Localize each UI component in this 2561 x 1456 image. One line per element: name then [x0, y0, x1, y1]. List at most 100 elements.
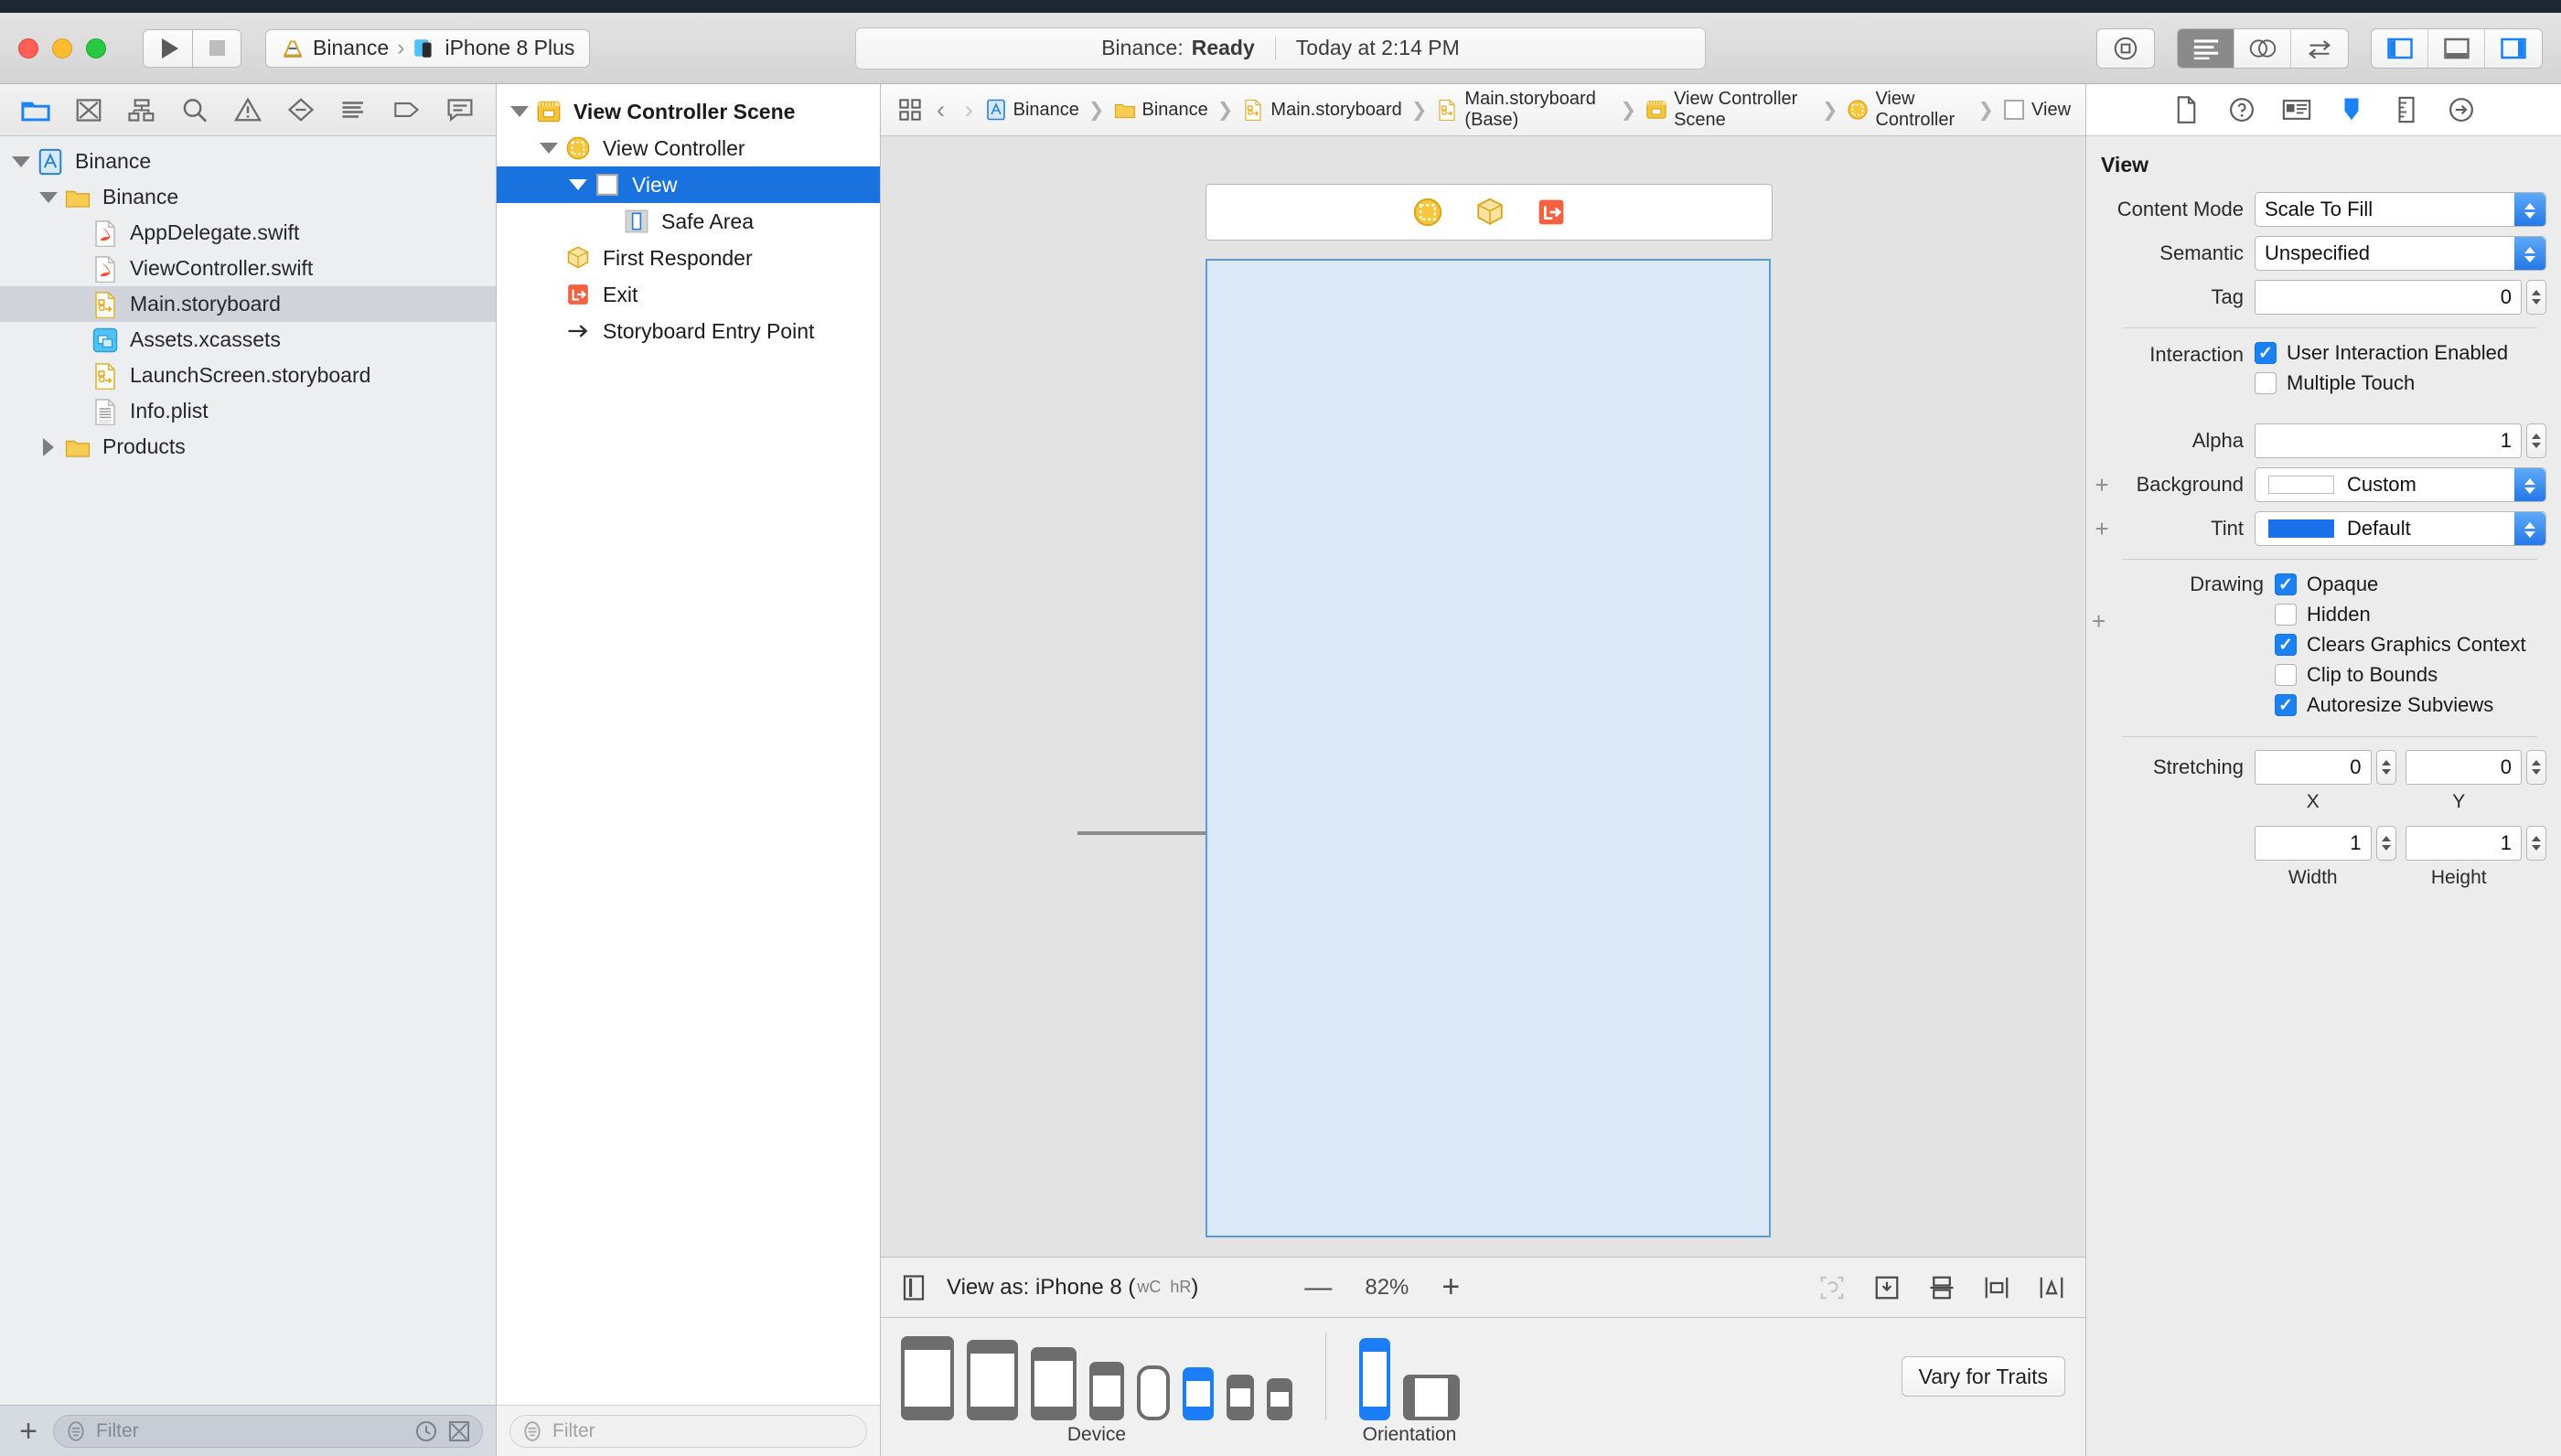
breadcrumb-item-view-controller-scene[interactable]: View Controller Scene: [1644, 89, 1815, 131]
view-controller-icon[interactable]: [1412, 197, 1443, 228]
breadcrumb-item-binance[interactable]: Binance: [983, 99, 1081, 121]
navigator-item-viewcontroller-swift[interactable]: ViewController.swift: [0, 251, 496, 286]
zoom-button[interactable]: [86, 37, 106, 59]
storyboard-canvas[interactable]: [881, 136, 2085, 1257]
tag-stepper[interactable]: [2526, 280, 2546, 315]
library-button[interactable]: [2097, 29, 2154, 68]
tag-icon[interactable]: [380, 89, 434, 131]
navigator-item-info-plist[interactable]: PLIST Info.plist: [0, 393, 496, 429]
device-option-7[interactable]: [1267, 1378, 1292, 1420]
navigator-filter-input[interactable]: Filter: [53, 1414, 483, 1448]
device-option-5[interactable]: [1183, 1367, 1214, 1420]
file-inspector-icon[interactable]: [2159, 88, 2214, 132]
document-outline-tree[interactable]: View Controller Scene View Controller View…: [497, 84, 880, 1405]
minimize-button[interactable]: [52, 37, 72, 59]
xmark-box-icon[interactable]: [62, 89, 115, 131]
breadcrumb-item-view[interactable]: View: [2001, 99, 2073, 121]
tint-add-variation-button[interactable]: +: [2092, 517, 2112, 541]
breadcrumb-item-binance[interactable]: Binance: [1112, 99, 1210, 121]
vary-for-traits-button[interactable]: Vary for Traits: [1901, 1356, 2065, 1397]
standard-editor-button[interactable]: [2178, 28, 2234, 68]
warning-icon[interactable]: [221, 89, 274, 131]
update-frames-icon[interactable]: [1818, 1274, 1846, 1301]
outline-filter-input[interactable]: Filter: [509, 1414, 867, 1448]
attributes-inspector-icon[interactable]: [2324, 88, 2379, 132]
stretching-y-stepper[interactable]: [2526, 750, 2546, 785]
clears-graphics-row[interactable]: Clears Graphics Context: [2275, 633, 2546, 657]
go-back-button[interactable]: ‹: [927, 96, 955, 124]
device-option-6[interactable]: [1227, 1375, 1254, 1420]
clip-to-bounds-row[interactable]: Clip to Bounds: [2275, 663, 2546, 687]
navigator-item-products[interactable]: Products: [0, 429, 496, 465]
orientation-row[interactable]: [1359, 1333, 1460, 1420]
outline-item-storyboard-entry-point[interactable]: Storyboard Entry Point: [497, 313, 880, 349]
chevron-updown-icon[interactable]: [2514, 237, 2545, 270]
outline-item-view-controller[interactable]: View Controller: [497, 130, 880, 166]
alpha-input[interactable]: 1: [2255, 423, 2522, 458]
assistant-editor-button[interactable]: [2234, 28, 2291, 68]
recent-clock-icon[interactable]: [414, 1419, 438, 1443]
zoom-in-button[interactable]: +: [1441, 1269, 1460, 1305]
content-mode-select[interactable]: Scale To Fill: [2255, 192, 2546, 227]
zoom-out-button[interactable]: —: [1304, 1272, 1332, 1303]
device-row[interactable]: [901, 1333, 1292, 1420]
root-view-rect[interactable]: [1205, 259, 1771, 1237]
size-inspector-icon[interactable]: [2379, 88, 2434, 132]
hidden-checkbox[interactable]: [2275, 604, 2297, 626]
chevron-updown-icon[interactable]: [2514, 512, 2545, 545]
run-button[interactable]: [143, 28, 192, 68]
opaque-checkbox[interactable]: [2275, 573, 2297, 595]
multiple-touch-checkbox[interactable]: [2255, 372, 2277, 394]
device-option-4[interactable]: [1137, 1365, 1170, 1420]
device-outline-icon[interactable]: [901, 1274, 927, 1301]
background-select[interactable]: Custom: [2255, 467, 2546, 502]
go-forward-button[interactable]: ›: [955, 96, 983, 124]
outline-item-safe-area[interactable]: Safe Area: [497, 203, 880, 240]
stretching-x-stepper[interactable]: [2375, 750, 2396, 785]
hidden-row[interactable]: Hidden: [2275, 603, 2546, 626]
clears-graphics-checkbox[interactable]: [2275, 634, 2297, 656]
toggle-navigator-button[interactable]: [2372, 28, 2428, 68]
navigator-item-assets-xcassets[interactable]: Assets.xcassets: [0, 322, 496, 358]
autoresize-checkbox[interactable]: [2275, 694, 2297, 716]
disclosure-triangle[interactable]: [564, 179, 592, 190]
device-option-0[interactable]: [901, 1336, 954, 1420]
outline-item-view[interactable]: View: [497, 166, 880, 203]
disclosure-triangle[interactable]: [35, 191, 62, 203]
outline-item-view-controller-scene[interactable]: View Controller Scene: [497, 93, 880, 130]
align-icon[interactable]: [1928, 1274, 1956, 1301]
breadcrumb-item-main-storyboard[interactable]: Main.storyboard: [1240, 99, 1403, 121]
user-interaction-row[interactable]: User Interaction Enabled: [2255, 341, 2546, 365]
disclosure-triangle[interactable]: [506, 106, 533, 117]
tag-input[interactable]: 0: [2255, 280, 2522, 315]
device-option-2[interactable]: [1031, 1347, 1077, 1420]
semantic-select[interactable]: Unspecified: [2255, 236, 2546, 271]
first-responder-icon[interactable]: [1474, 197, 1506, 228]
stretching-height-input[interactable]: 1: [2405, 826, 2522, 861]
disclosure-triangle[interactable]: [35, 437, 62, 456]
navigator-item-main-storyboard[interactable]: Main.storyboard: [0, 286, 496, 322]
stretching-x-input[interactable]: 0: [2255, 750, 2372, 785]
stretching-width-stepper[interactable]: [2375, 826, 2396, 861]
disclosure-triangle[interactable]: [535, 143, 563, 154]
stretching-height-stepper[interactable]: [2526, 826, 2546, 861]
outline-item-first-responder[interactable]: First Responder: [497, 240, 880, 276]
device-option-1[interactable]: [967, 1340, 1018, 1420]
folder-icon[interactable]: [9, 89, 62, 131]
identity-inspector-icon[interactable]: [2269, 88, 2324, 132]
navigator-item-binance[interactable]: Binance: [0, 144, 496, 179]
breadcrumb-item-main-storyboard-base-[interactable]: Main.storyboard (Base): [1434, 89, 1613, 131]
stretching-width-input[interactable]: 1: [2255, 826, 2372, 861]
autoresize-row[interactable]: Autoresize Subviews: [2275, 693, 2546, 717]
alpha-stepper[interactable]: [2526, 423, 2546, 458]
toggle-debug-button[interactable]: [2428, 28, 2485, 68]
debug-icon[interactable]: [274, 89, 327, 131]
related-items-icon[interactable]: [894, 98, 927, 122]
toggle-inspector-button[interactable]: [2485, 29, 2542, 68]
add-file-button[interactable]: +: [13, 1416, 44, 1447]
tint-select[interactable]: Default: [2255, 511, 2546, 546]
report-icon[interactable]: [327, 89, 380, 131]
chevron-updown-icon[interactable]: [2514, 193, 2545, 226]
stop-button[interactable]: [192, 28, 241, 68]
unsaved-filter-icon[interactable]: [447, 1419, 471, 1443]
